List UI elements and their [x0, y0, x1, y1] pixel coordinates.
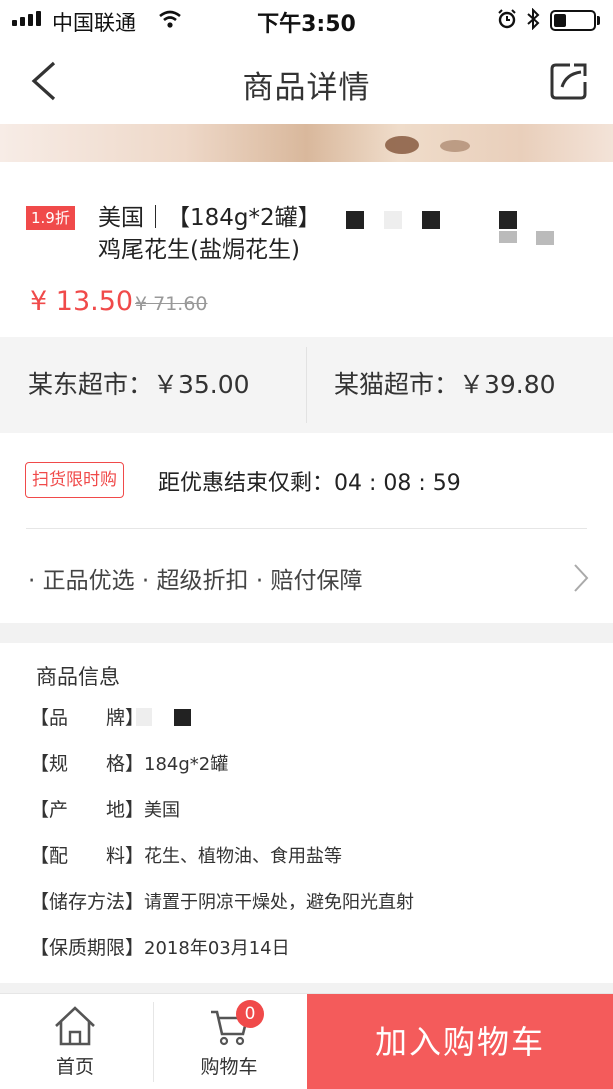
info-value: 2018年03月14日 — [144, 938, 290, 959]
product-name-line1: 美国｜【184g*2罐】 — [98, 205, 321, 231]
info-label: 【规 格】 — [30, 753, 145, 775]
alarm-icon — [497, 9, 517, 33]
home-icon — [55, 1006, 95, 1046]
info-label: 【产 地】 — [30, 799, 145, 821]
product-name-line2: 鸡尾花生(盐焗花生) — [98, 237, 300, 263]
redacted-block — [422, 211, 440, 229]
info-row-ingredients: 【配 料】花生、植物油、食用盐等 — [30, 841, 342, 868]
compare-store2: 某猫超市：￥39.80 — [334, 370, 556, 399]
guarantee-text: · 正品优选 · 超级折扣 · 赔付保障 — [28, 568, 363, 594]
info-row-origin: 【产 地】美国 — [30, 795, 180, 822]
add-to-cart-button[interactable]: 加入购物车 — [307, 994, 613, 1089]
battery-tip — [597, 16, 600, 25]
share-icon[interactable] — [548, 60, 590, 106]
status-time: 下午3:50 — [257, 12, 356, 37]
compare-divider — [306, 347, 307, 423]
tab-home-label: 首页 — [55, 1056, 94, 1078]
compare-store1: 某东超市：￥35.00 — [28, 370, 250, 399]
price-compare: 某东超市：￥35.00 某猫超市：￥39.80 — [0, 337, 613, 433]
original-price: ¥ 71.60 — [135, 293, 208, 315]
info-label: 【品 牌】 — [30, 707, 145, 729]
info-value: 美国 — [144, 800, 181, 821]
cart-count-badge: 0 — [236, 1000, 264, 1028]
redacted-block — [136, 708, 152, 726]
guarantee-row[interactable]: · 正品优选 · 超级折扣 · 赔付保障 — [0, 529, 613, 623]
info-value: 花生、植物油、食用盐等 — [144, 846, 343, 867]
redacted-block — [384, 211, 402, 229]
sale-price: ¥ 13.50 — [30, 286, 134, 317]
discount-badge: 1.9折 — [26, 206, 75, 230]
info-value: 请置于阴凉干燥处，避免阳光直射 — [144, 892, 415, 913]
bottom-bar: 首页 0 购物车 加入购物车 — [0, 993, 613, 1089]
product-header: 1.9折 美国｜【184g*2罐】 鸡尾花生(盐焗花生) ¥ 13.50 ¥ 7… — [0, 162, 613, 337]
bluetooth-icon — [526, 7, 540, 34]
tab-home[interactable]: 首页 — [0, 994, 150, 1089]
info-row-spec: 【规 格】184g*2罐 — [30, 749, 228, 776]
section-gap — [0, 983, 613, 993]
countdown-timer: 距优惠结束仅剩：04 : 08 : 59 — [158, 471, 461, 496]
info-label: 【配 料】 — [30, 845, 145, 867]
flash-sale-tag: 扫货限时购 — [25, 462, 124, 498]
redacted-block — [346, 211, 364, 229]
redacted-block — [174, 709, 191, 726]
redacted-block — [499, 211, 517, 229]
chevron-right-icon — [572, 563, 590, 597]
page-title: 商品详情 — [242, 70, 371, 106]
redacted-block — [536, 231, 554, 245]
info-label: 【储存方法】 — [30, 891, 145, 913]
info-row-brand: 【品 牌】 — [30, 703, 144, 730]
info-row-storage: 【储存方法】请置于阴凉干燥处，避免阳光直射 — [30, 887, 414, 914]
info-heading: 商品信息 — [36, 665, 120, 689]
battery-icon — [550, 10, 596, 31]
product-image-strip — [0, 124, 613, 162]
status-bar: 中国联通 下午3:50 — [0, 0, 613, 40]
info-value: 184g*2罐 — [144, 754, 229, 775]
info-row-expiry: 【保质期限】2018年03月14日 — [30, 933, 290, 960]
product-info: 商品信息 【品 牌】 【规 格】184g*2罐 【产 地】美国 【配 料】花生、… — [0, 643, 613, 993]
section-gap — [0, 623, 613, 643]
countdown-section: 扫货限时购 距优惠结束仅剩：04 : 08 : 59 — [0, 433, 613, 529]
tab-cart[interactable]: 0 购物车 — [154, 994, 304, 1089]
info-label: 【保质期限】 — [30, 937, 145, 959]
product-name: 美国｜【184g*2罐】 鸡尾花生(盐焗花生) — [98, 202, 568, 266]
tab-cart-label: 购物车 — [200, 1056, 258, 1078]
redacted-block — [499, 231, 517, 243]
nav-bar: 商品详情 — [0, 40, 613, 124]
